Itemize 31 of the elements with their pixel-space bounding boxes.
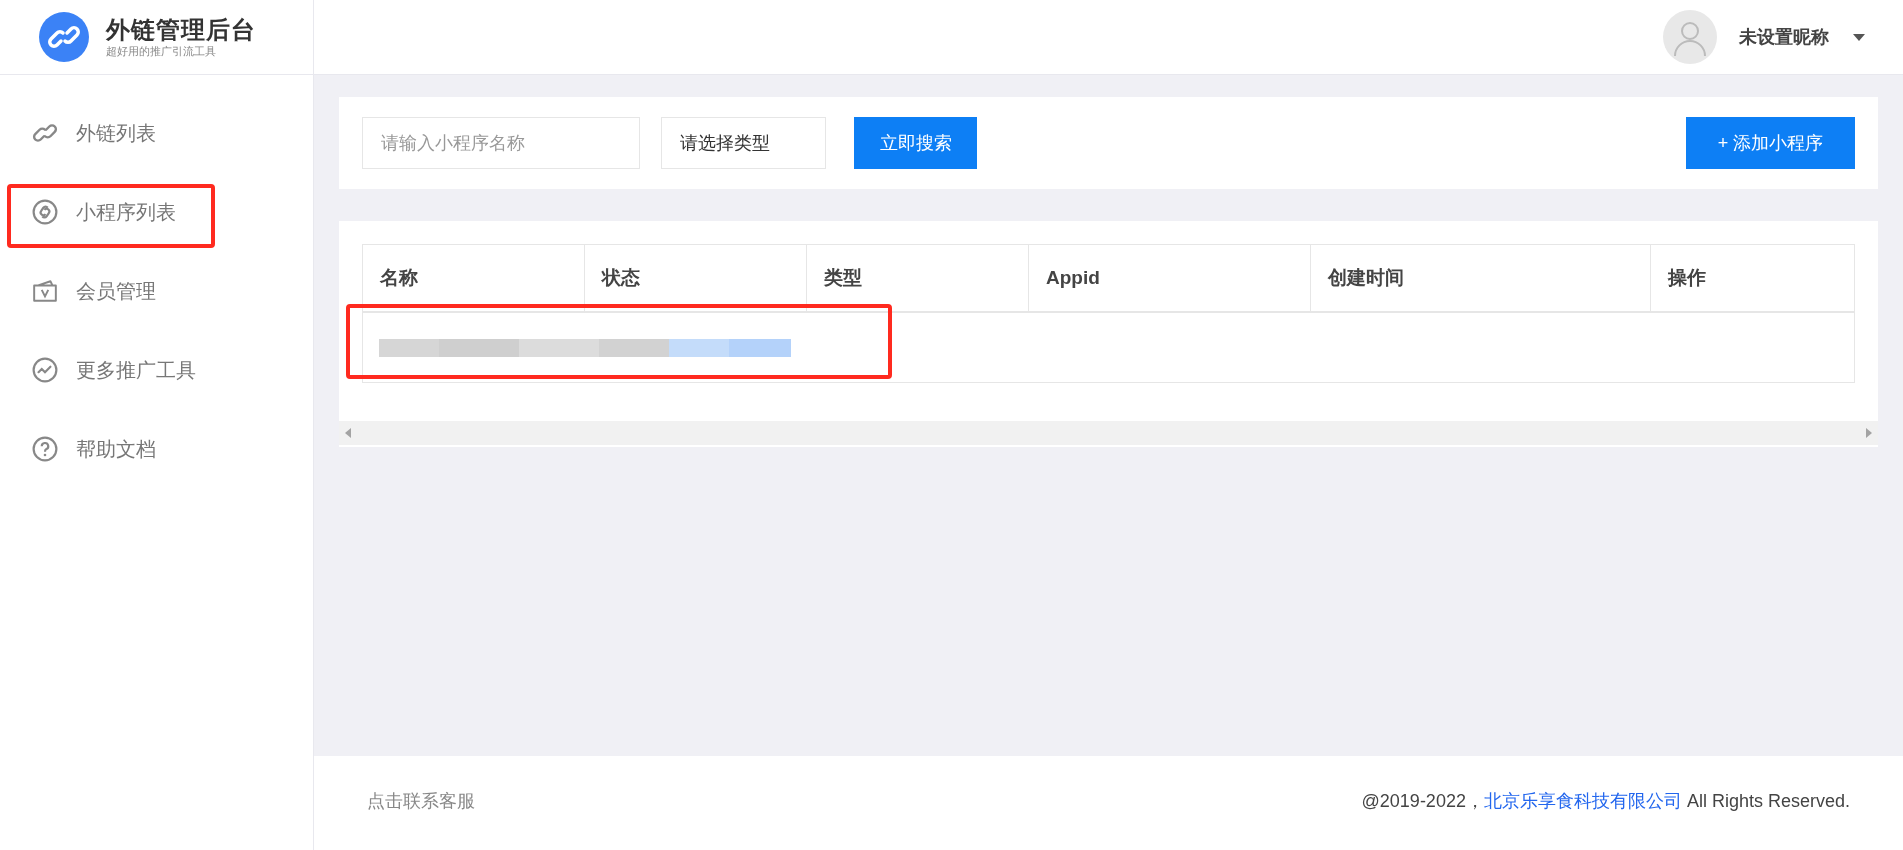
search-button[interactable]: 立即搜索 [854,117,977,169]
help-icon [32,436,58,462]
horizontal-scrollbar[interactable] [339,421,1878,445]
column-header: 名称 [363,245,585,311]
column-header: Appid [1029,245,1311,311]
sidebar-item[interactable]: 小程序列表 [76,197,176,227]
app-title: 外链管理后台 [106,16,256,44]
copyright-text: @2019-2022，北京乐享食科技有限公司 All Rights Reserved. [1361,789,1850,813]
caret-icon[interactable] [1853,33,1865,41]
sidebar-item[interactable]: 更多推广工具 [76,355,196,385]
avatar-icon [1663,10,1717,64]
add-button[interactable]: + 添加小程序 [1686,117,1855,169]
vip-card-icon [32,278,58,304]
s-circle-icon [32,199,58,225]
column-header: 类型 [807,245,1029,311]
sidebar-item[interactable]: 会员管理 [76,276,156,306]
contact-link[interactable]: 点击联系客服 [367,787,475,815]
column-header: 操作 [1666,265,1707,290]
scroll-right-icon[interactable] [1866,428,1872,438]
app-subtitle: 超好用的推广引流工具 [106,44,217,58]
sidebar-item[interactable]: 帮助文档 [76,434,156,464]
scroll-left-icon[interactable] [345,428,351,438]
company-link[interactable]: 北京乐享食科技有限公司 [1483,790,1682,811]
sidebar-item[interactable]: 外链列表 [76,118,156,148]
column-header: 创建时间 [1311,245,1651,311]
trend-circle-icon [32,357,58,383]
column-header: 状态 [585,245,807,311]
name-input-field[interactable]: 请输入小程序名称 [362,117,640,169]
logo-icon [39,12,89,62]
user-name[interactable]: 未设置昵称 [1739,23,1829,51]
type-select[interactable]: 请选择类型 [661,117,826,169]
